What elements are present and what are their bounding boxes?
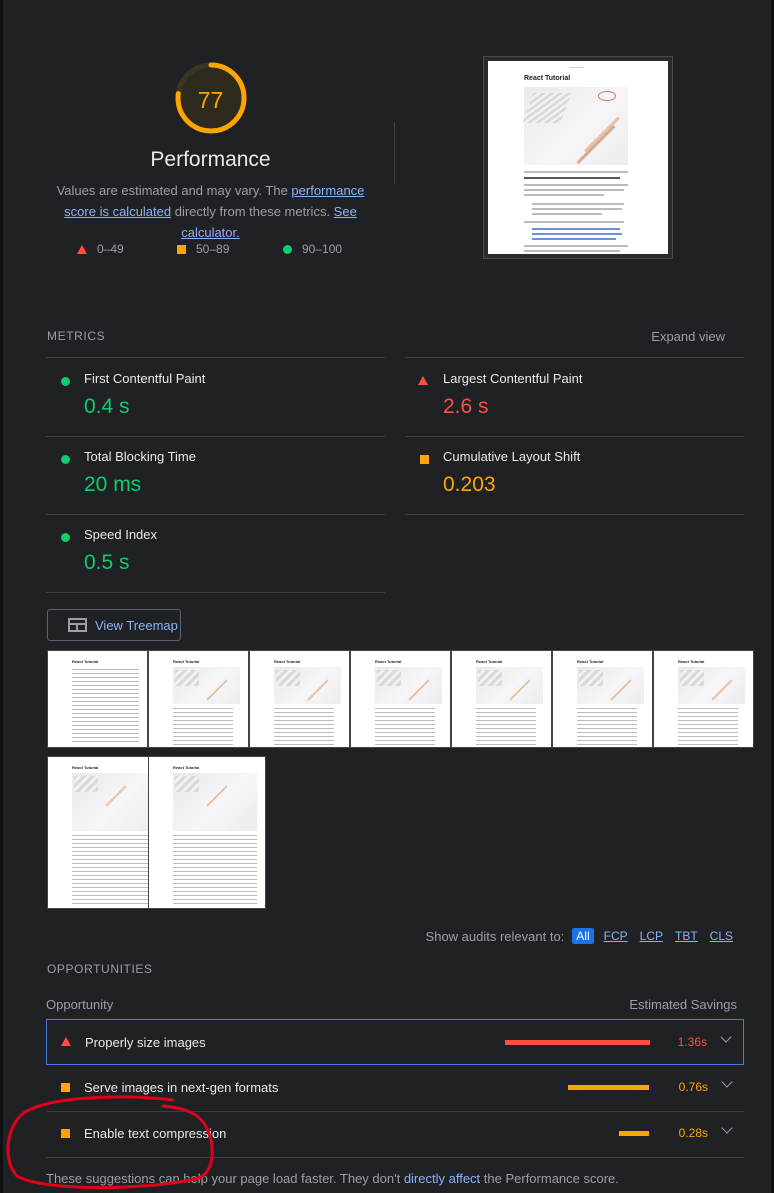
square-icon — [177, 244, 186, 254]
filmstrip-frame: React Tutorial — [451, 650, 552, 748]
metric-lcp: Largest Contentful Paint 2.6 s — [405, 358, 743, 436]
pass-icon — [61, 533, 70, 542]
opportunity-savings: 1.36s — [677, 1035, 707, 1049]
score-gauge: 77 — [173, 60, 249, 136]
final-screenshot[interactable]: React Tutorial — [483, 56, 673, 259]
divider — [46, 1157, 744, 1158]
filmstrip-frame-title: React Tutorial — [72, 765, 99, 770]
metric-value: 0.203 — [443, 473, 496, 496]
filter-fcp[interactable]: FCP — [602, 928, 630, 944]
filmstrip-frame-title: React Tutorial — [678, 659, 705, 664]
filter-label: Show audits relevant to: — [425, 928, 565, 944]
fail-icon — [61, 1037, 71, 1046]
metric-name: First Contentful Paint — [84, 371, 206, 386]
divider — [405, 514, 744, 515]
pass-icon — [61, 455, 70, 464]
divider — [46, 592, 385, 593]
metric-cls: Cumulative Layout Shift 0.203 — [405, 436, 743, 514]
filter-cls[interactable]: CLS — [708, 928, 735, 944]
final-screenshot-image — [522, 87, 628, 165]
metric-si: Speed Index 0.5 s — [46, 514, 384, 592]
triangle-icon — [77, 244, 87, 254]
opportunity-title: Properly size images — [85, 1035, 206, 1050]
metric-name: Total Blocking Time — [84, 449, 196, 464]
metric-name: Largest Contentful Paint — [443, 371, 583, 386]
filmstrip-frame: React Tutorial — [47, 650, 148, 748]
legend-label: 90–100 — [302, 242, 343, 256]
filter-lcp[interactable]: LCP — [638, 928, 665, 944]
filter-tbt[interactable]: TBT — [673, 928, 700, 944]
opportunity-column-header: Opportunity — [46, 997, 114, 1012]
gauge-title: Performance — [150, 148, 271, 171]
treemap-label: View Treemap — [95, 617, 178, 633]
filmstrip-frame-title: React Tutorial — [274, 659, 301, 664]
metric-fcp: First Contentful Paint 0.4 s — [46, 358, 384, 436]
gauge-desc-text: Values are estimated and may vary. The — [56, 183, 292, 198]
opportunity-row[interactable]: Enable text compression 0.28s — [46, 1111, 744, 1157]
expand-view-toggle[interactable]: Expand view — [651, 329, 725, 344]
legend-label: 50–89 — [196, 242, 230, 256]
metric-value: 20 ms — [84, 473, 142, 496]
legend-average: 50–89 — [177, 242, 229, 256]
metric-value: 0.5 s — [84, 551, 130, 574]
opportunity-title: Serve images in next-gen formats — [84, 1080, 279, 1095]
filmstrip-frame-title: React Tutorial — [476, 659, 503, 664]
opportunities-footer: These suggestions can help your page loa… — [46, 1171, 619, 1186]
opportunity-row[interactable]: Properly size images 1.36s — [46, 1019, 744, 1065]
metric-name: Cumulative Layout Shift — [443, 449, 581, 464]
filmstrip-frame: React Tutorial — [148, 650, 249, 748]
metric-value: 2.6 s — [443, 395, 489, 418]
filmstrip-frame-title: React Tutorial — [173, 765, 200, 770]
final-screenshot-title: React Tutorial — [524, 75, 571, 82]
chevron-down-icon[interactable] — [721, 1122, 733, 1134]
filmstrip-frame-title: React Tutorial — [375, 659, 402, 664]
pass-icon — [61, 377, 70, 386]
score-value: 77 — [197, 87, 224, 113]
filmstrip-frame: React Tutorial — [350, 650, 451, 748]
opportunity-row[interactable]: Serve images in next-gen formats 0.76s — [46, 1065, 744, 1111]
gauge-desc-text-2: directly from these metrics. — [171, 204, 334, 219]
chevron-down-icon[interactable] — [720, 1031, 732, 1043]
metric-tbt: Total Blocking Time 20 ms — [46, 436, 384, 514]
filter-all[interactable]: All — [572, 928, 594, 944]
legend-label: 0–49 — [97, 242, 124, 256]
savings-bar — [619, 1131, 649, 1136]
savings-bar — [568, 1085, 649, 1090]
opportunity-savings: 0.76s — [678, 1080, 708, 1094]
filmstrip-frame: React Tutorial — [653, 650, 754, 748]
chevron-down-icon[interactable] — [721, 1076, 733, 1088]
filmstrip-frame-title: React Tutorial — [173, 659, 200, 664]
lighthouse-report: 77 Performance Values are estimated and … — [0, 0, 774, 1193]
performance-gauge-section: 77 Performance Values are estimated and … — [43, 60, 378, 243]
circle-icon — [283, 244, 292, 254]
average-icon — [420, 455, 429, 464]
opportunity-savings: 0.28s — [678, 1126, 708, 1140]
average-icon — [61, 1129, 70, 1138]
filmstrip-frame: React Tutorial — [552, 650, 653, 748]
savings-column-header: Estimated Savings — [629, 997, 737, 1012]
average-icon — [61, 1083, 70, 1092]
metrics-heading: METRICS — [47, 329, 106, 343]
fail-icon — [418, 376, 428, 385]
legend-fail: 0–49 — [77, 242, 124, 256]
filmstrip-frame: React Tutorial — [148, 756, 266, 909]
filmstrip-frame-title: React Tutorial — [72, 659, 99, 664]
filmstrip-frame-title: React Tutorial — [577, 659, 604, 664]
audit-filter: Show audits relevant to: All FCP LCP TBT… — [426, 928, 735, 944]
divider — [394, 122, 395, 184]
gauge-description: Values are estimated and may vary. The p… — [43, 180, 378, 243]
metric-value: 0.4 s — [84, 395, 130, 418]
treemap-icon — [68, 618, 87, 632]
filmstrip-frame: React Tutorial — [249, 650, 350, 748]
footer-text-2: the Performance score. — [480, 1171, 619, 1186]
metric-name: Speed Index — [84, 527, 158, 542]
directly-affect-link[interactable]: directly affect — [404, 1171, 480, 1186]
opportunity-title: Enable text compression — [84, 1126, 227, 1141]
view-treemap-button[interactable]: View Treemap — [47, 609, 181, 641]
footer-text: These suggestions can help your page loa… — [46, 1171, 404, 1186]
savings-bar — [505, 1040, 650, 1045]
legend-pass: 90–100 — [283, 242, 342, 256]
opportunities-heading: OPPORTUNITIES — [47, 962, 153, 976]
